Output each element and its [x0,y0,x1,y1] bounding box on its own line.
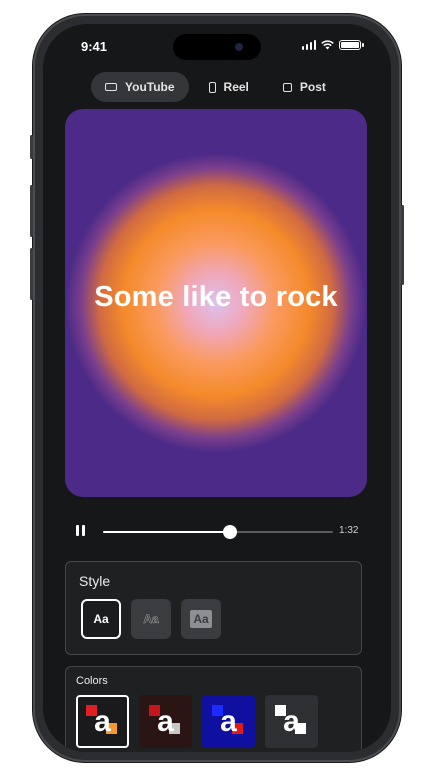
artwork-title: Some like to rock [94,281,338,313]
swatch-glyph: a [283,704,300,738]
camera-icon [235,43,243,51]
landscape-frame-icon [105,83,117,91]
tab-label: YouTube [125,80,175,94]
tab-post[interactable]: Post [269,72,340,102]
phone-screen: 9:41 YouTube Reel Post Some like to rock [43,24,391,752]
color-swatch-1[interactable]: a [76,695,129,748]
side-button [30,135,33,159]
wifi-icon [321,40,334,50]
style-panel: Style Aa Aa Aa [65,561,362,655]
format-tabs: YouTube Reel Post [91,72,340,102]
volume-down-button [30,248,33,300]
color-swatch-4[interactable]: a [265,695,318,748]
style-option-outline[interactable]: Aa [131,599,171,639]
portrait-frame-icon [208,81,216,93]
progress-bar[interactable] [103,525,333,539]
tab-label: Post [299,80,326,94]
tab-reel[interactable]: Reel [195,72,263,102]
color-swatch-2[interactable]: a [139,695,192,748]
volume-up-button [30,185,33,237]
square-frame-icon [282,82,292,92]
progress-fill [103,531,230,533]
battery-icon [339,40,364,50]
status-time: 9:41 [81,39,108,54]
style-title: Style [79,573,111,589]
progress-thumb[interactable] [222,525,237,539]
dynamic-island [173,34,261,60]
tab-youtube[interactable]: YouTube [91,72,189,102]
colors-title: Colors [76,675,108,687]
swatch-glyph: a [94,704,111,738]
duration-label: 1:32 [339,525,359,536]
style-option-solid[interactable]: Aa [81,599,121,639]
swatch-glyph: a [220,704,237,738]
style-option-label: Aa [190,610,212,628]
pause-button[interactable] [73,525,87,539]
playback-controls: 1:32 [43,520,391,544]
style-option-boxed[interactable]: Aa [181,599,221,639]
status-icons [301,40,364,50]
signal-icon [301,40,316,50]
artwork-preview: Some like to rock [65,109,367,497]
power-button [401,205,404,285]
colors-panel: Colors a a a a [65,666,362,752]
color-swatch-3[interactable]: a [202,695,255,748]
color-swatches: a a a a [76,695,318,748]
tab-label: Reel [223,80,249,94]
swatch-glyph: a [157,704,174,738]
style-options: Aa Aa Aa [81,599,221,639]
